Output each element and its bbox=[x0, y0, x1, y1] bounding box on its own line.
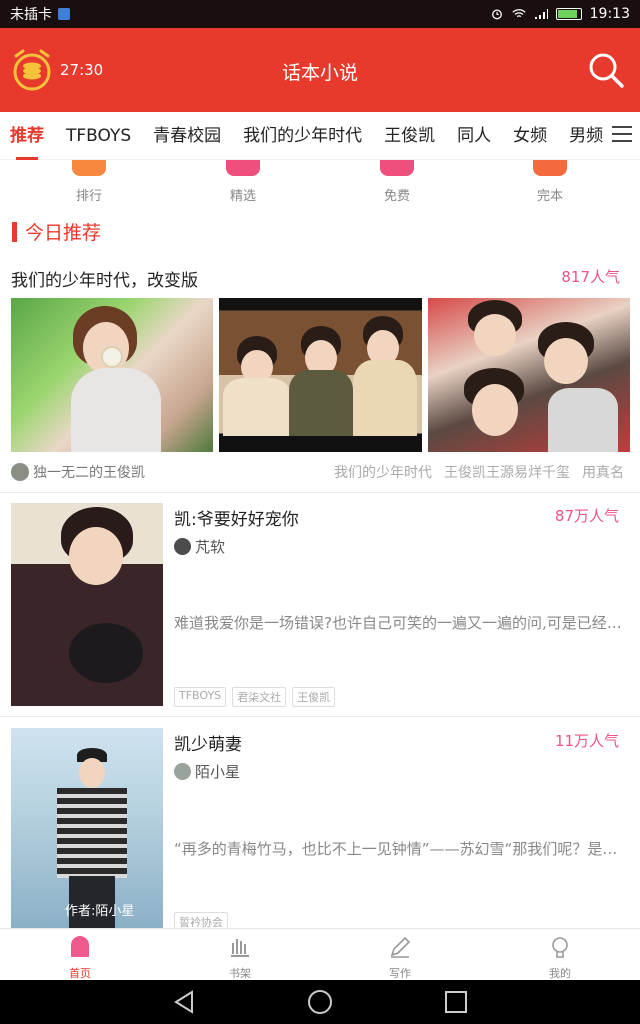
divider bbox=[0, 716, 640, 717]
divider bbox=[0, 492, 640, 493]
featured-title[interactable]: 我们的少年时代，改变版 bbox=[11, 266, 198, 291]
ranking-label: 排行 bbox=[75, 189, 102, 204]
back-icon[interactable] bbox=[170, 988, 198, 1016]
section-title-text: 今日推荐 bbox=[25, 222, 102, 244]
alarm-status-icon bbox=[491, 9, 502, 20]
nav-write[interactable]: 写作 bbox=[320, 929, 480, 980]
bookshelf-icon bbox=[231, 939, 249, 957]
author-name: 陌小星 bbox=[195, 763, 241, 781]
app-root: 未插卡 19:13 27:30 话本小说 推荐 TFBOYS 青春校园 我们的少… bbox=[0, 0, 640, 1024]
alarm-clock-icon[interactable] bbox=[10, 48, 54, 92]
search-icon[interactable] bbox=[586, 50, 626, 90]
sim-icon bbox=[58, 8, 70, 20]
cover-text: 作者:陌小星 bbox=[65, 904, 135, 919]
nav-profile[interactable]: 我的 bbox=[480, 929, 640, 980]
tab-recommend[interactable]: 推荐 bbox=[10, 112, 44, 160]
free-entry[interactable]: 免费 bbox=[357, 160, 437, 204]
book-title[interactable]: 凯:爷要好好宠你 bbox=[174, 505, 299, 530]
author-avatar[interactable] bbox=[11, 463, 29, 481]
nav-bookshelf-label: 书架 bbox=[229, 967, 251, 980]
featured-popularity: 817人气 bbox=[561, 268, 620, 286]
home-icon bbox=[71, 936, 89, 957]
ranking-icon bbox=[72, 160, 106, 176]
book-description: “再多的青梅竹马，也比不上一见钟情”——苏幻雪“那我们呢？是青梅竹马... bbox=[174, 840, 628, 858]
book-author[interactable]: 陌小星 bbox=[174, 761, 240, 782]
reading-timer: 27:30 bbox=[60, 61, 104, 79]
carrier: 未插卡 bbox=[10, 4, 70, 24]
book-cover[interactable] bbox=[11, 503, 163, 706]
book-tag[interactable]: TFBOYS bbox=[174, 687, 227, 707]
app-header: 27:30 话本小说 bbox=[0, 28, 640, 112]
featured-photo-1[interactable] bbox=[11, 298, 214, 452]
featured-icon bbox=[226, 160, 260, 176]
tab-tfboys[interactable]: TFBOYS bbox=[66, 112, 131, 160]
nav-home[interactable]: 首页 bbox=[0, 929, 160, 980]
tab-wang-junkai[interactable]: 王俊凯 bbox=[384, 112, 435, 160]
system-nav-bar bbox=[0, 980, 640, 1024]
featured-entry[interactable]: 精选 bbox=[203, 160, 283, 204]
signal-icon bbox=[534, 9, 548, 19]
book-item[interactable]: 凯:爷要好好宠你 87万人气 芃软 难道我爱你是一场错误?也许自己可笑的一遍又一… bbox=[0, 503, 640, 715]
featured-tag[interactable]: 王俊凯王源易烊千玺 bbox=[444, 462, 570, 482]
featured-label: 精选 bbox=[229, 189, 256, 204]
book-tag[interactable]: 君柒文社 bbox=[232, 687, 287, 707]
nav-bookshelf[interactable]: 书架 bbox=[160, 929, 320, 980]
quick-entries: 排行 精选 免费 完本 bbox=[0, 160, 640, 208]
completed-entry[interactable]: 完本 bbox=[510, 160, 590, 204]
nav-profile-label: 我的 bbox=[549, 967, 571, 980]
free-icon bbox=[380, 160, 414, 176]
nav-write-label: 写作 bbox=[389, 967, 411, 980]
book-description: 难道我爱你是一场错误?也许自己可笑的一遍又一遍的问,可是已经晚了... bbox=[174, 614, 628, 632]
nav-home-label: 首页 bbox=[69, 967, 91, 980]
author-avatar bbox=[174, 763, 191, 780]
section-bar bbox=[12, 221, 17, 242]
status-right: 19:13 bbox=[490, 6, 630, 22]
author-avatar bbox=[174, 538, 191, 555]
featured-tag[interactable]: 我们的少年时代 bbox=[334, 462, 432, 482]
category-tabs: 推荐 TFBOYS 青春校园 我们的少年时代 王俊凯 同人 女频 男频 bbox=[0, 112, 640, 160]
section-title: 今日推荐 bbox=[12, 218, 101, 245]
book-cover[interactable]: 作者:陌小星 bbox=[11, 728, 163, 928]
book-popularity: 87万人气 bbox=[554, 507, 619, 525]
featured-meta: 独一无二的王俊凯 我们的少年时代 王俊凯王源易烊千玺 用真名 bbox=[11, 462, 624, 482]
book-title[interactable]: 凯少萌妻 bbox=[174, 730, 242, 755]
menu-icon[interactable] bbox=[612, 126, 632, 144]
author-name: 芃软 bbox=[195, 538, 226, 556]
tab-campus[interactable]: 青春校园 bbox=[153, 112, 221, 160]
book-tag[interactable]: 王俊凯 bbox=[292, 687, 336, 707]
home-button-icon[interactable] bbox=[306, 988, 334, 1016]
wifi-icon bbox=[512, 9, 526, 18]
clock: 19:13 bbox=[589, 6, 630, 22]
tab-male[interactable]: 男频 bbox=[569, 112, 603, 160]
tab-fanfic[interactable]: 同人 bbox=[457, 112, 491, 160]
tab-our-youth[interactable]: 我们的少年时代 bbox=[243, 112, 362, 160]
book-tags: TFBOYS 君柒文社 王俊凯 bbox=[174, 687, 336, 707]
featured-photos[interactable] bbox=[11, 298, 630, 452]
featured-photo-2[interactable] bbox=[219, 298, 422, 452]
carrier-label: 未插卡 bbox=[10, 7, 52, 23]
featured-photo-3[interactable] bbox=[427, 298, 630, 452]
book-popularity: 11万人气 bbox=[554, 732, 619, 750]
free-label: 免费 bbox=[383, 189, 410, 204]
completed-icon bbox=[533, 160, 567, 176]
battery-icon bbox=[555, 8, 582, 20]
completed-label: 完本 bbox=[536, 189, 563, 204]
status-bar: 未插卡 19:13 bbox=[0, 0, 640, 28]
bottom-nav: 首页 书架 写作 我的 bbox=[0, 928, 640, 980]
featured-author[interactable]: 独一无二的王俊凯 bbox=[33, 462, 145, 482]
ranking-entry[interactable]: 排行 bbox=[49, 160, 129, 204]
recents-icon[interactable] bbox=[442, 988, 470, 1016]
book-item[interactable]: 作者:陌小星 凯少萌妻 11万人气 陌小星 “再多的青梅竹马，也比不上一见钟情”… bbox=[0, 728, 640, 932]
featured-header[interactable]: 我们的少年时代，改变版 817人气 bbox=[11, 266, 620, 291]
featured-tags: 我们的少年时代 王俊凯王源易烊千玺 用真名 bbox=[334, 462, 624, 482]
featured-tag[interactable]: 用真名 bbox=[582, 462, 624, 482]
profile-icon bbox=[552, 937, 568, 958]
tab-female[interactable]: 女频 bbox=[513, 112, 547, 160]
book-author[interactable]: 芃软 bbox=[174, 536, 225, 557]
pencil-icon bbox=[390, 936, 411, 958]
